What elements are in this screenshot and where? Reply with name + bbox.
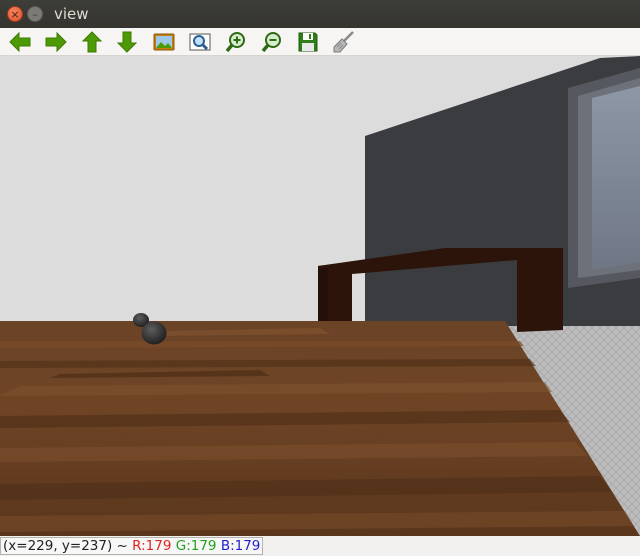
clear-button[interactable] [332, 30, 356, 54]
toolbar [0, 28, 640, 56]
pixel-coordinates: (x=229, y=237) ~ [3, 538, 133, 554]
image-button[interactable] [152, 30, 176, 54]
minimize-icon: – [32, 8, 38, 21]
minimize-button[interactable]: – [27, 6, 43, 22]
zoom-frame-icon [189, 33, 211, 51]
pixel-blue-value: B:179 [220, 538, 261, 554]
back-button[interactable] [8, 30, 32, 54]
arrow-down-icon [116, 31, 138, 53]
pixel-green-value: G:179 [175, 538, 217, 554]
arrow-left-icon [9, 31, 31, 53]
window-title: view [54, 5, 89, 23]
picture-icon [153, 33, 175, 51]
zoom-out-button[interactable] [260, 30, 284, 54]
close-icon: × [10, 8, 20, 21]
close-button[interactable]: × [7, 6, 23, 22]
arrow-up-icon [81, 31, 103, 53]
zoom-out-icon [261, 32, 281, 53]
image-viewport[interactable] [0, 56, 640, 536]
save-button[interactable] [296, 30, 320, 54]
zoom-in-icon [225, 32, 245, 53]
pixel-red-value: R:179 [132, 538, 172, 554]
zoom-fit-button[interactable] [188, 30, 212, 54]
floppy-disk-icon [298, 32, 318, 52]
up-button[interactable] [80, 30, 104, 54]
pixel-info: (x=229, y=237) ~ R:179 G:179 B:179 [0, 537, 264, 555]
title-bar: × – view [0, 0, 640, 28]
zoom-in-button[interactable] [224, 30, 248, 54]
broom-icon [333, 31, 354, 53]
forward-button[interactable] [44, 30, 68, 54]
arrow-right-icon [45, 31, 67, 53]
down-button[interactable] [115, 30, 139, 54]
rendered-scene [0, 56, 640, 536]
status-bar: (x=229, y=237) ~ R:179 G:179 B:179 [0, 536, 640, 556]
